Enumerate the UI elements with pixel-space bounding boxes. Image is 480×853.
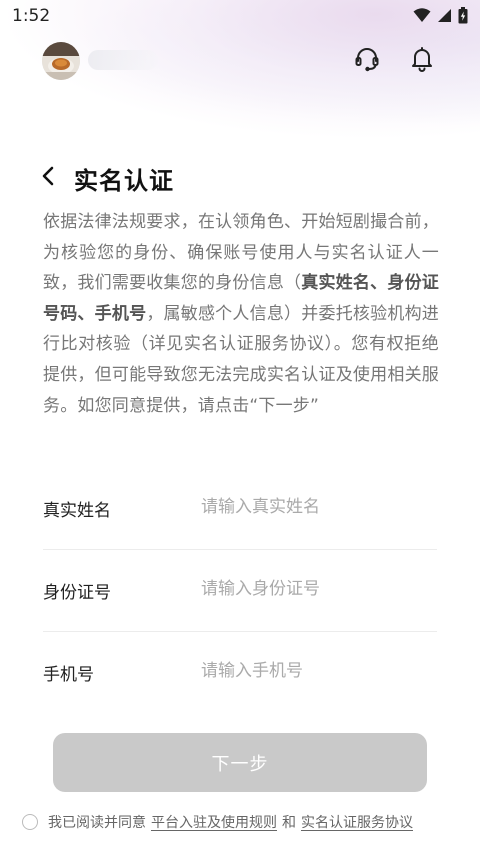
username <box>88 50 158 70</box>
status-time: 1:52 <box>12 6 51 26</box>
battery-charging-icon <box>458 7 468 28</box>
intro-text: 依据法律法规要求，在认领角色、开始短剧撮合前，为核验您的身份、确保账号使用人与实… <box>43 207 439 421</box>
agreement-row: 我已阅读并同意 平台入驻及使用规则 和 实名认证服务协议 <box>22 812 472 832</box>
id-number-label: 身份证号 <box>43 583 111 603</box>
headset-icon <box>354 46 380 76</box>
name-label: 真实姓名 <box>43 501 111 521</box>
back-button[interactable] <box>40 160 68 196</box>
customer-support-button[interactable] <box>352 46 382 76</box>
status-bar: 1:52 <box>0 0 480 32</box>
cellular-signal-icon <box>437 8 452 27</box>
notifications-button[interactable] <box>407 46 437 76</box>
page-header: 实名认证 <box>40 158 174 198</box>
next-step-button[interactable]: 下一步 <box>53 733 427 792</box>
id-number-input[interactable] <box>201 572 431 606</box>
agreement-prefix: 我已阅读并同意 <box>48 815 146 831</box>
phone-label: 手机号 <box>43 665 94 685</box>
status-icons <box>413 7 468 28</box>
verification-agreement-link[interactable]: 实名认证服务协议 <box>301 812 413 832</box>
name-input[interactable] <box>201 490 431 524</box>
top-bar <box>0 40 480 84</box>
agreement-checkbox[interactable] <box>22 814 38 830</box>
avatar[interactable] <box>42 42 80 80</box>
identity-form: 真实姓名 身份证号 手机号 <box>43 468 437 713</box>
bell-icon <box>410 46 434 76</box>
page-title: 实名认证 <box>74 166 174 195</box>
form-row-phone: 手机号 <box>43 632 437 713</box>
wifi-icon <box>413 8 431 27</box>
form-row-name: 真实姓名 <box>43 468 437 550</box>
chevron-left-icon <box>40 165 56 191</box>
platform-rules-link[interactable]: 平台入驻及使用规则 <box>151 812 277 832</box>
agreement-conjunction: 和 <box>282 815 296 831</box>
phone-input[interactable] <box>201 654 431 688</box>
form-row-id: 身份证号 <box>43 550 437 632</box>
